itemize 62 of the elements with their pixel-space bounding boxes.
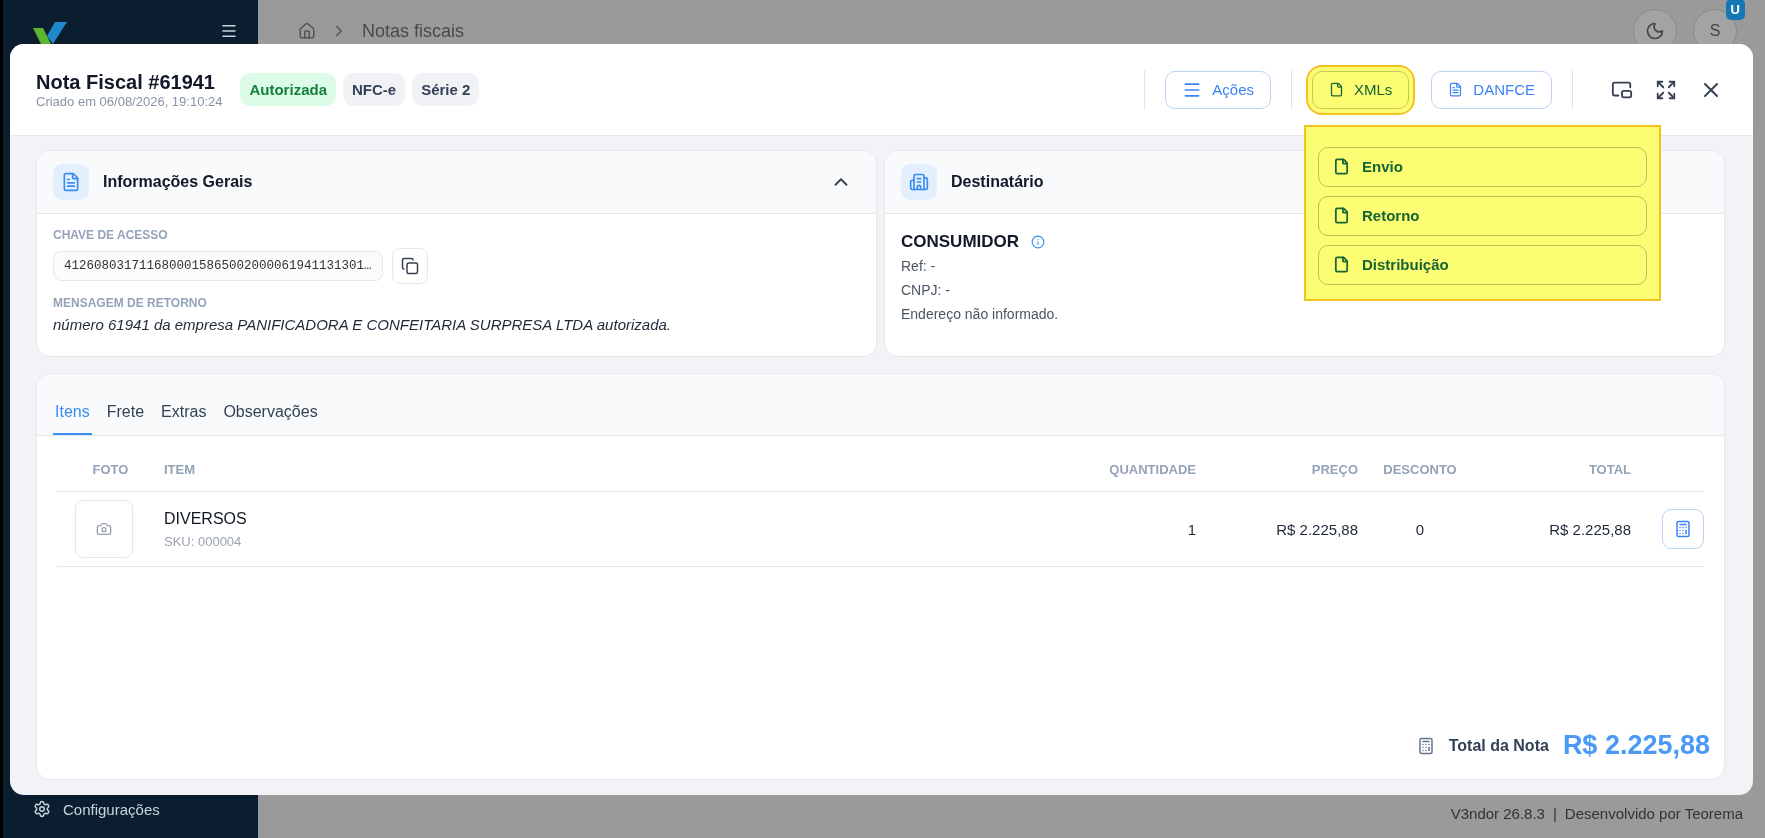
field-label: CHAVE DE ACESSO [53,228,169,242]
item-sku: SKU: 000004 [164,533,243,549]
menu-icon[interactable] [220,22,238,40]
column-header: FOTO [91,462,130,477]
building-icon [901,164,937,200]
tab[interactable]: Observações [221,403,320,435]
settings-icon [33,800,51,818]
field-label: MENSAGEM DE RETORNO [53,296,208,310]
recipient-detail: CNPJ: - [901,282,950,298]
file-icon [1333,207,1350,224]
return-message: número 61941 da empresa PANIFICADORA E CONFEITARIA SURPRESA LTDA autorizada. [53,316,672,333]
menu-item[interactable]: Retorno [1318,195,1647,236]
copy-icon [400,257,419,275]
table-cell-text: R$ 2.225,88 [1548,520,1631,538]
recipient-name: CONSUMIDOR [901,232,1020,252]
info-icon[interactable] [1031,235,1046,249]
file-icon [1333,256,1350,273]
status-badge: Autorizada [240,73,336,106]
modal-title: Nota Fiscal #61941 [36,70,216,94]
version-text: V3ndor 26.8.3 [1450,804,1545,822]
tab[interactable]: Frete [104,403,147,435]
menu-item[interactable]: Envio [1318,146,1647,187]
credit-text: Desenvolvido por Teorema [1564,804,1743,822]
item-name: DIVERSOS [164,509,248,528]
action-button[interactable]: DANFCE [1431,70,1552,109]
logo-icon [33,22,69,44]
photo-placeholder [75,500,133,558]
document-icon [53,164,89,200]
sidebar-item[interactable]: Configurações [33,800,238,818]
access-key-field[interactable]: 4126080317116800015865002000061941131301… [53,251,383,281]
avatar-badge: U [1725,0,1745,20]
calculator-icon [1674,520,1692,538]
recipient-detail: Endereço não informado. [901,306,1059,322]
document-icon [1448,82,1464,97]
table-cell-text: R$ 2.225,88 [1275,520,1358,538]
file-icon [1329,82,1344,97]
tab[interactable]: Extras [159,403,209,435]
copy-button[interactable] [391,248,428,284]
total-value: R$ 2.225,88 [1562,730,1710,761]
column-header: TOTAL [1587,462,1631,477]
column-header: ITEM [164,462,197,477]
column-header: DESCONTO [1382,462,1458,477]
column-header: PREÇO [1310,462,1358,477]
table-cell-text: 0 [1414,520,1426,538]
card-title: Destinatário [951,173,1044,191]
calculator-icon [1416,736,1435,755]
card-title: Informações Gerais [103,173,253,191]
action-button[interactable]: Ações [1165,70,1271,109]
status-badge: Série 2 [412,73,480,106]
total-label: Total da Nota [1448,736,1549,755]
details-button[interactable] [1662,509,1704,549]
status-badge: NFC-e [343,73,406,106]
menu-item[interactable]: Distribuição [1318,244,1647,285]
separator-text: | [1552,804,1557,822]
table-cell-text: 1 [1186,520,1196,538]
recipient-detail: Ref: - [901,258,936,274]
fullscreen-icon [1655,78,1677,101]
column-header: QUANTIDADE [1108,462,1196,477]
created-date: Criado em 06/08/2026, 19:10:24 [36,93,223,109]
file-icon [1333,158,1350,175]
moon-icon [1645,21,1665,41]
home-icon[interactable] [298,22,316,40]
